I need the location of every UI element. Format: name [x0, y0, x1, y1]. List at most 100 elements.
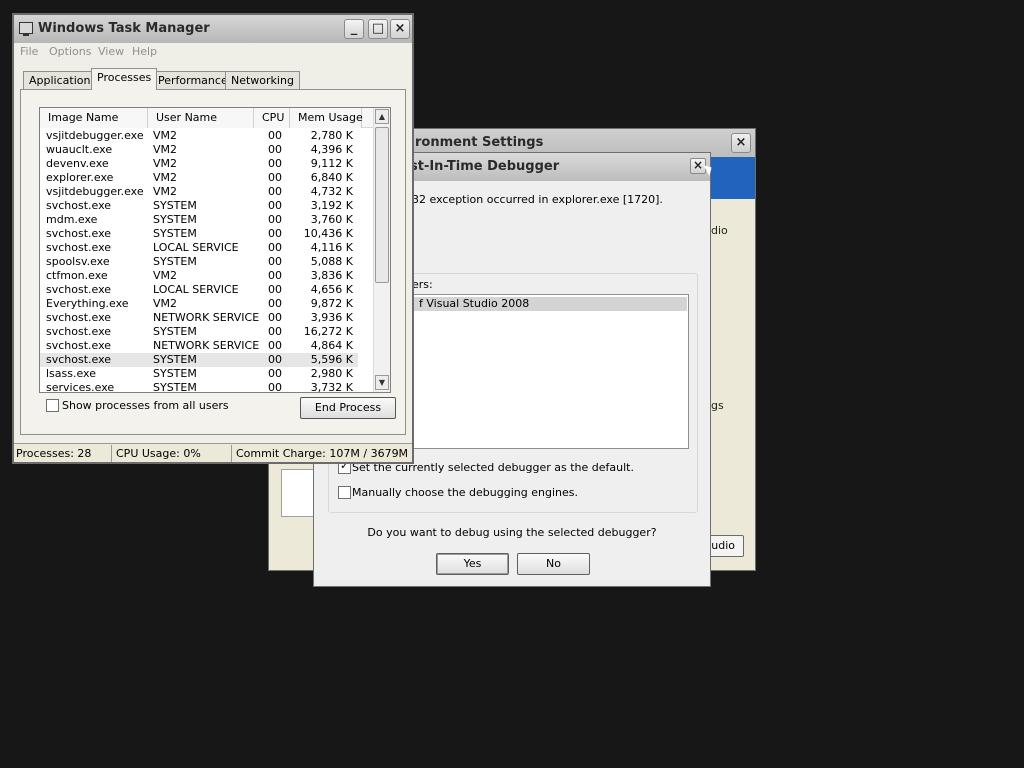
process-mem: 3,732 K	[310, 381, 353, 393]
monitor-icon	[19, 22, 33, 36]
table-row[interactable]: lsass.exe SYSTEM 00 2,980 K	[40, 367, 358, 381]
table-row[interactable]: svchost.exe SYSTEM 00 5,596 K	[40, 353, 358, 367]
process-mem: 3,760 K	[310, 213, 353, 226]
process-list[interactable]: Image Name User Name CPU Mem Usage vsjit…	[39, 107, 391, 393]
table-row[interactable]: spoolsv.exe SYSTEM 00 5,088 K	[40, 255, 358, 269]
table-row[interactable]: devenv.exe VM2 00 9,112 K	[40, 157, 358, 171]
process-name: Everything.exe	[46, 297, 129, 310]
process-name: mdm.exe	[46, 213, 98, 226]
process-cpu: 00	[268, 143, 282, 156]
process-cpu: 00	[268, 171, 282, 184]
process-name: vsjitdebugger.exe	[46, 185, 144, 198]
process-user: SYSTEM	[153, 199, 197, 212]
end-process-button[interactable]: End Process	[300, 397, 396, 419]
process-mem: 9,872 K	[310, 297, 353, 310]
process-name: svchost.exe	[46, 199, 112, 212]
show-all-users-label: Show processes from all users	[62, 399, 229, 412]
process-mem: 6,840 K	[310, 171, 353, 184]
process-user: VM2	[153, 157, 178, 170]
tab-processes[interactable]: Processes	[91, 68, 158, 90]
process-name: svchost.exe	[46, 353, 112, 366]
table-row[interactable]: svchost.exe NETWORK SERVICE 00 3,936 K	[40, 311, 358, 325]
column-mem-usage[interactable]: Mem Usage	[290, 108, 363, 128]
process-user: VM2	[153, 269, 178, 282]
close-button[interactable]: ×	[390, 19, 410, 39]
menu-file[interactable]: File	[20, 45, 38, 58]
table-row[interactable]: explorer.exe VM2 00 6,840 K	[40, 171, 358, 185]
table-row[interactable]: svchost.exe NETWORK SERVICE 00 4,864 K	[40, 339, 358, 353]
process-cpu: 00	[268, 199, 282, 212]
table-row[interactable]: svchost.exe SYSTEM 00 10,436 K	[40, 227, 358, 241]
no-button[interactable]: No	[517, 553, 590, 575]
scroll-up-icon[interactable]: ▲	[375, 109, 389, 124]
table-row[interactable]: svchost.exe LOCAL SERVICE 00 4,116 K	[40, 241, 358, 255]
process-name: wuauclt.exe	[46, 143, 113, 156]
menu-help[interactable]: Help	[132, 45, 157, 58]
table-row[interactable]: wuauclt.exe VM2 00 4,396 K	[40, 143, 358, 157]
process-cpu: 00	[268, 283, 282, 296]
process-cpu: 00	[268, 213, 282, 226]
process-mem: 5,088 K	[310, 255, 353, 268]
process-user: LOCAL SERVICE	[153, 241, 239, 254]
manual-engines-checkbox[interactable]	[338, 486, 351, 499]
env-close-button[interactable]: ×	[731, 133, 751, 153]
process-cpu: 00	[268, 353, 282, 366]
tab-performance[interactable]: Performance	[152, 71, 234, 89]
process-mem: 4,396 K	[310, 143, 353, 156]
table-row[interactable]: ctfmon.exe VM2 00 3,836 K	[40, 269, 358, 283]
process-user: VM2	[153, 129, 178, 142]
process-mem: 4,656 K	[310, 283, 353, 296]
table-row[interactable]: svchost.exe SYSTEM 00 16,272 K	[40, 325, 358, 339]
process-cpu: 00	[268, 157, 282, 170]
show-all-users-checkbox[interactable]	[46, 399, 59, 412]
process-cpu: 00	[268, 269, 282, 282]
process-name: svchost.exe	[46, 241, 112, 254]
menu-options[interactable]: Options	[49, 45, 91, 58]
process-name: explorer.exe	[46, 171, 114, 184]
process-mem: 5,596 K	[310, 353, 353, 366]
table-row[interactable]: mdm.exe SYSTEM 00 3,760 K	[40, 213, 358, 227]
debugger-list-item[interactable]: f Visual Studio 2008	[413, 297, 687, 311]
menu-bar: File Options View Help	[14, 43, 412, 61]
process-cpu: 00	[268, 325, 282, 338]
process-cpu: 00	[268, 255, 282, 268]
menu-view[interactable]: View	[98, 45, 124, 58]
table-row[interactable]: svchost.exe SYSTEM 00 3,192 K	[40, 199, 358, 213]
vertical-scrollbar[interactable]: ▲ ▼	[373, 108, 390, 392]
process-user: VM2	[153, 143, 178, 156]
process-cpu: 00	[268, 185, 282, 198]
process-mem: 9,112 K	[310, 157, 353, 170]
process-name: svchost.exe	[46, 283, 112, 296]
env-panel	[281, 469, 317, 517]
column-cpu[interactable]: CPU	[254, 108, 290, 128]
table-row[interactable]: vsjitdebugger.exe VM2 00 4,732 K	[40, 185, 358, 199]
process-name: devenv.exe	[46, 157, 109, 170]
table-row[interactable]: Everything.exe VM2 00 9,872 K	[40, 297, 358, 311]
debugger-list[interactable]: f Visual Studio 2008	[412, 294, 689, 449]
process-cpu: 00	[268, 129, 282, 142]
maximize-button[interactable]: □	[368, 19, 388, 39]
process-cpu: 00	[268, 227, 282, 240]
process-name: svchost.exe	[46, 325, 112, 338]
process-mem: 3,836 K	[310, 269, 353, 282]
scroll-thumb[interactable]	[375, 127, 389, 283]
process-user: NETWORK SERVICE	[153, 339, 260, 352]
scroll-down-icon[interactable]: ▼	[375, 375, 389, 390]
tab-networking[interactable]: Networking	[225, 71, 300, 89]
debug-question: Do you want to debug using the selected …	[367, 526, 657, 539]
table-row[interactable]: svchost.exe LOCAL SERVICE 00 4,656 K	[40, 283, 358, 297]
yes-button[interactable]: Yes	[436, 553, 509, 575]
table-row[interactable]: vsjitdebugger.exe VM2 00 2,780 K	[40, 129, 358, 143]
env-side-text: dio	[711, 224, 728, 237]
jit-title: st-In-Time Debugger	[410, 159, 560, 174]
process-user: SYSTEM	[153, 367, 197, 380]
process-name: services.exe	[46, 381, 115, 393]
process-user: SYSTEM	[153, 227, 197, 240]
column-user-name[interactable]: User Name	[148, 108, 254, 128]
minimize-button[interactable]: _	[344, 19, 364, 39]
process-mem: 4,116 K	[310, 241, 353, 254]
table-row[interactable]: services.exe SYSTEM 00 3,732 K	[40, 381, 358, 393]
process-name: vsjitdebugger.exe	[46, 129, 144, 142]
column-image-name[interactable]: Image Name	[40, 108, 148, 128]
process-name: ctfmon.exe	[46, 269, 108, 282]
